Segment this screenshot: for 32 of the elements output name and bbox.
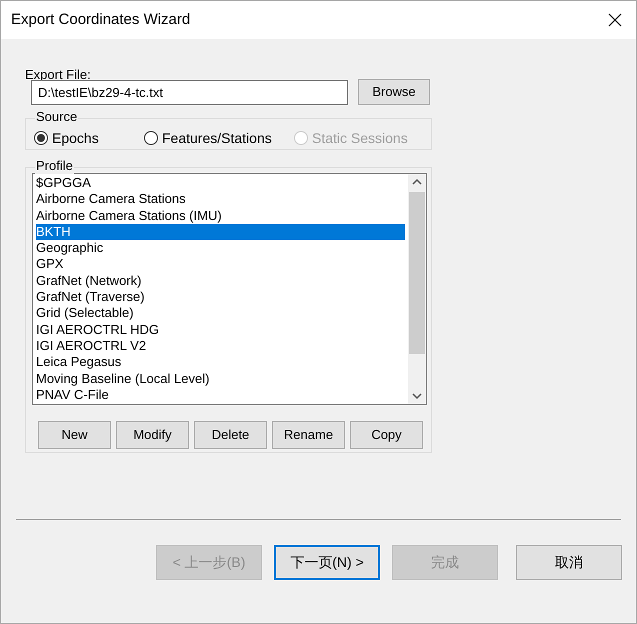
- list-item[interactable]: BKTH: [36, 224, 405, 240]
- list-item[interactable]: GPX: [36, 256, 405, 273]
- export-file-field[interactable]: D:\testIE\bz29-4-tc.txt: [31, 80, 348, 104]
- list-item[interactable]: Moving Baseline (Local Level): [36, 370, 405, 387]
- list-item[interactable]: GrafNet (Traverse): [36, 289, 405, 306]
- wizard-button[interactable]: 下一页(N) >: [274, 545, 380, 580]
- browse-button[interactable]: Browse: [358, 79, 430, 105]
- list-item[interactable]: PNAV C-File: [36, 386, 405, 404]
- radio-label[interactable]: Epochs: [52, 129, 99, 147]
- radio-label[interactable]: Features/Stations: [162, 129, 272, 147]
- profile-button[interactable]: New: [38, 421, 111, 449]
- profile-button[interactable]: Modify: [116, 421, 189, 449]
- list-item[interactable]: $GPGGA: [36, 175, 405, 192]
- profile-button[interactable]: Rename: [272, 421, 345, 449]
- profile-button[interactable]: Delete: [194, 421, 267, 449]
- list-item[interactable]: Grid (Selectable): [36, 305, 405, 322]
- radio-button[interactable]: [34, 131, 48, 145]
- list-item[interactable]: Geographic: [36, 240, 405, 256]
- close-icon[interactable]: [608, 13, 622, 27]
- scrollbar[interactable]: [408, 174, 426, 404]
- list-item[interactable]: Airborne Camera Stations (IMU): [36, 208, 405, 224]
- list-item[interactable]: GrafNet (Network): [36, 272, 405, 290]
- list-item[interactable]: Airborne Camera Stations: [36, 191, 405, 208]
- group-title: Profile: [35, 158, 74, 174]
- radio-button[interactable]: [144, 131, 158, 145]
- list-item[interactable]: Leica Pegasus: [36, 354, 405, 371]
- profile-button[interactable]: Copy: [350, 421, 423, 449]
- window-title: Export Coordinates Wizard: [11, 10, 190, 30]
- list-item[interactable]: IGI AEROCTRL V2: [36, 338, 405, 354]
- list-item[interactable]: IGI AEROCTRL HDG: [36, 322, 405, 338]
- scroll-thumb[interactable]: [409, 192, 425, 354]
- wizard-button[interactable]: 取消: [516, 545, 622, 580]
